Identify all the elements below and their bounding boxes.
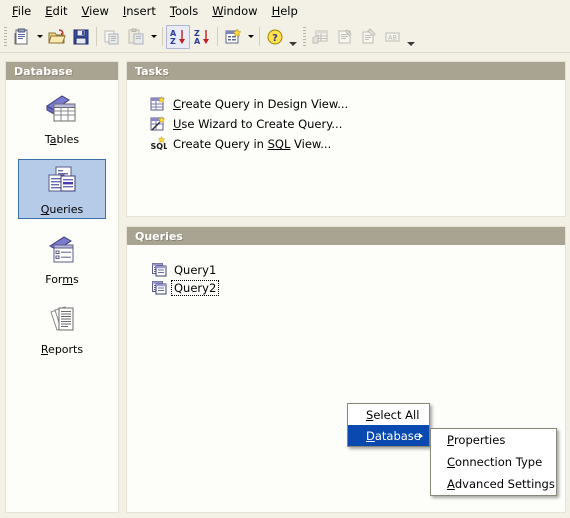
task-create-query-design-view-label: Create Query in Design View... [173, 97, 349, 111]
create-query-design-icon [149, 96, 167, 113]
help-icon[interactable]: ? [263, 25, 287, 49]
reports-icon [42, 304, 82, 340]
task-use-wizard-create-query-label: Use Wizard to Create Query... [173, 117, 343, 131]
tables-icon [42, 94, 82, 130]
context-menu-item-database-label: Database [366, 428, 421, 443]
new-document-icon[interactable] [10, 25, 34, 49]
menu-help[interactable]: Help [265, 2, 305, 20]
toolbar-overflow-icon[interactable] [287, 25, 299, 49]
toolbar-separator-4 [259, 27, 260, 46]
submenu-item-connection-type[interactable]: Connection Type [431, 451, 556, 473]
queries-list: Query1 Query2 [127, 246, 565, 296]
query-item-label: Query2 [170, 280, 220, 296]
open-folder-icon[interactable] [45, 25, 69, 49]
tasks-list: Create Query in Design View... Use Wizar… [127, 81, 565, 153]
toolbar-overflow-2-icon[interactable] [405, 25, 417, 49]
queries-panel-title: Queries [127, 227, 565, 246]
sidebar-items: Tables Queries Forms Reports [6, 81, 118, 359]
menu-tools[interactable]: Tools [163, 2, 205, 20]
query-icon [151, 281, 167, 296]
new-document-dropdown-icon[interactable] [34, 25, 45, 49]
menu-bar: File Edit View Insert Tools Window Help [0, 0, 570, 21]
form-edit-icon [357, 25, 381, 49]
svg-text:AB: AB [388, 33, 397, 41]
menu-view[interactable]: View [75, 2, 116, 20]
form-wizard-dropdown-icon[interactable] [245, 25, 256, 49]
sql-view-icon: SQL [149, 136, 167, 153]
menu-file[interactable]: File [5, 2, 38, 20]
menu-insert[interactable]: Insert [116, 2, 163, 20]
toolbar-grip-2[interactable] [303, 26, 306, 47]
sidebar-item-reports-label: Reports [40, 343, 84, 356]
main-toolbar: A Z Z A ? AB [0, 21, 570, 53]
context-menu: Select All Database [347, 403, 430, 447]
svg-text:?: ? [272, 33, 278, 44]
list-item[interactable]: Query2 [151, 280, 565, 296]
context-submenu: Properties Connection Type Advanced Sett… [430, 428, 557, 496]
sidebar-item-forms[interactable]: Forms [18, 229, 106, 289]
form-wizard-icon[interactable] [221, 25, 245, 49]
tasks-panel-title: Tasks [127, 62, 565, 81]
task-create-query-sql-view[interactable]: SQL Create Query in SQL View... [149, 135, 565, 153]
toolbar-separator [96, 27, 97, 46]
sort-ascending-icon[interactable]: A Z [166, 24, 190, 49]
paste-icon[interactable] [124, 25, 148, 49]
context-menu-item-database[interactable]: Database [348, 425, 429, 446]
paste-dropdown-icon[interactable] [148, 25, 159, 49]
queries-icon [42, 164, 82, 200]
forms-icon [42, 234, 82, 270]
query-wizard-icon [149, 116, 167, 133]
copy-icon[interactable] [100, 25, 124, 49]
task-create-query-sql-view-label: Create Query in SQL View... [173, 137, 332, 151]
menu-edit[interactable]: Edit [38, 2, 74, 20]
list-item[interactable]: Query1 [151, 262, 565, 278]
submenu-item-advanced-settings[interactable]: Advanced Settings [431, 473, 556, 495]
report-edit-icon [333, 25, 357, 49]
abc-label-icon: AB [381, 25, 405, 49]
sort-descending-icon[interactable]: Z A [190, 25, 214, 49]
task-create-query-design-view[interactable]: Create Query in Design View... [149, 95, 565, 113]
toolbar-grip[interactable] [4, 26, 7, 47]
sidebar-item-forms-label: Forms [45, 273, 79, 286]
sidebar-title: Database [6, 62, 118, 81]
toolbar-separator-3 [217, 27, 218, 46]
sidebar-item-reports[interactable]: Reports [18, 299, 106, 359]
sidebar-item-tables[interactable]: Tables [18, 89, 106, 149]
database-sidebar: Database Tables Queries Forms Reports [5, 61, 119, 513]
svg-text:Z: Z [170, 37, 176, 46]
report-grid-icon [309, 25, 333, 49]
sidebar-item-queries-label: Queries [40, 203, 84, 216]
sidebar-item-queries[interactable]: Queries [18, 159, 106, 219]
toolbar-separator-2 [162, 27, 163, 46]
query-item-label: Query1 [174, 263, 217, 277]
sidebar-item-tables-label: Tables [44, 133, 80, 146]
svg-text:A: A [194, 37, 201, 46]
tasks-panel: Tasks Create Query in Design View... Use… [126, 61, 566, 217]
save-floppy-icon[interactable] [69, 25, 93, 49]
application-window: File Edit View Insert Tools Window Help [0, 0, 570, 518]
menu-window[interactable]: Window [205, 2, 264, 20]
context-menu-item-select-all[interactable]: Select All [348, 404, 429, 425]
submenu-arrow-icon [419, 432, 423, 439]
submenu-item-properties[interactable]: Properties [431, 429, 556, 451]
task-use-wizard-create-query[interactable]: Use Wizard to Create Query... [149, 115, 565, 133]
svg-text:SQL: SQL [150, 142, 167, 151]
query-icon [151, 263, 167, 278]
